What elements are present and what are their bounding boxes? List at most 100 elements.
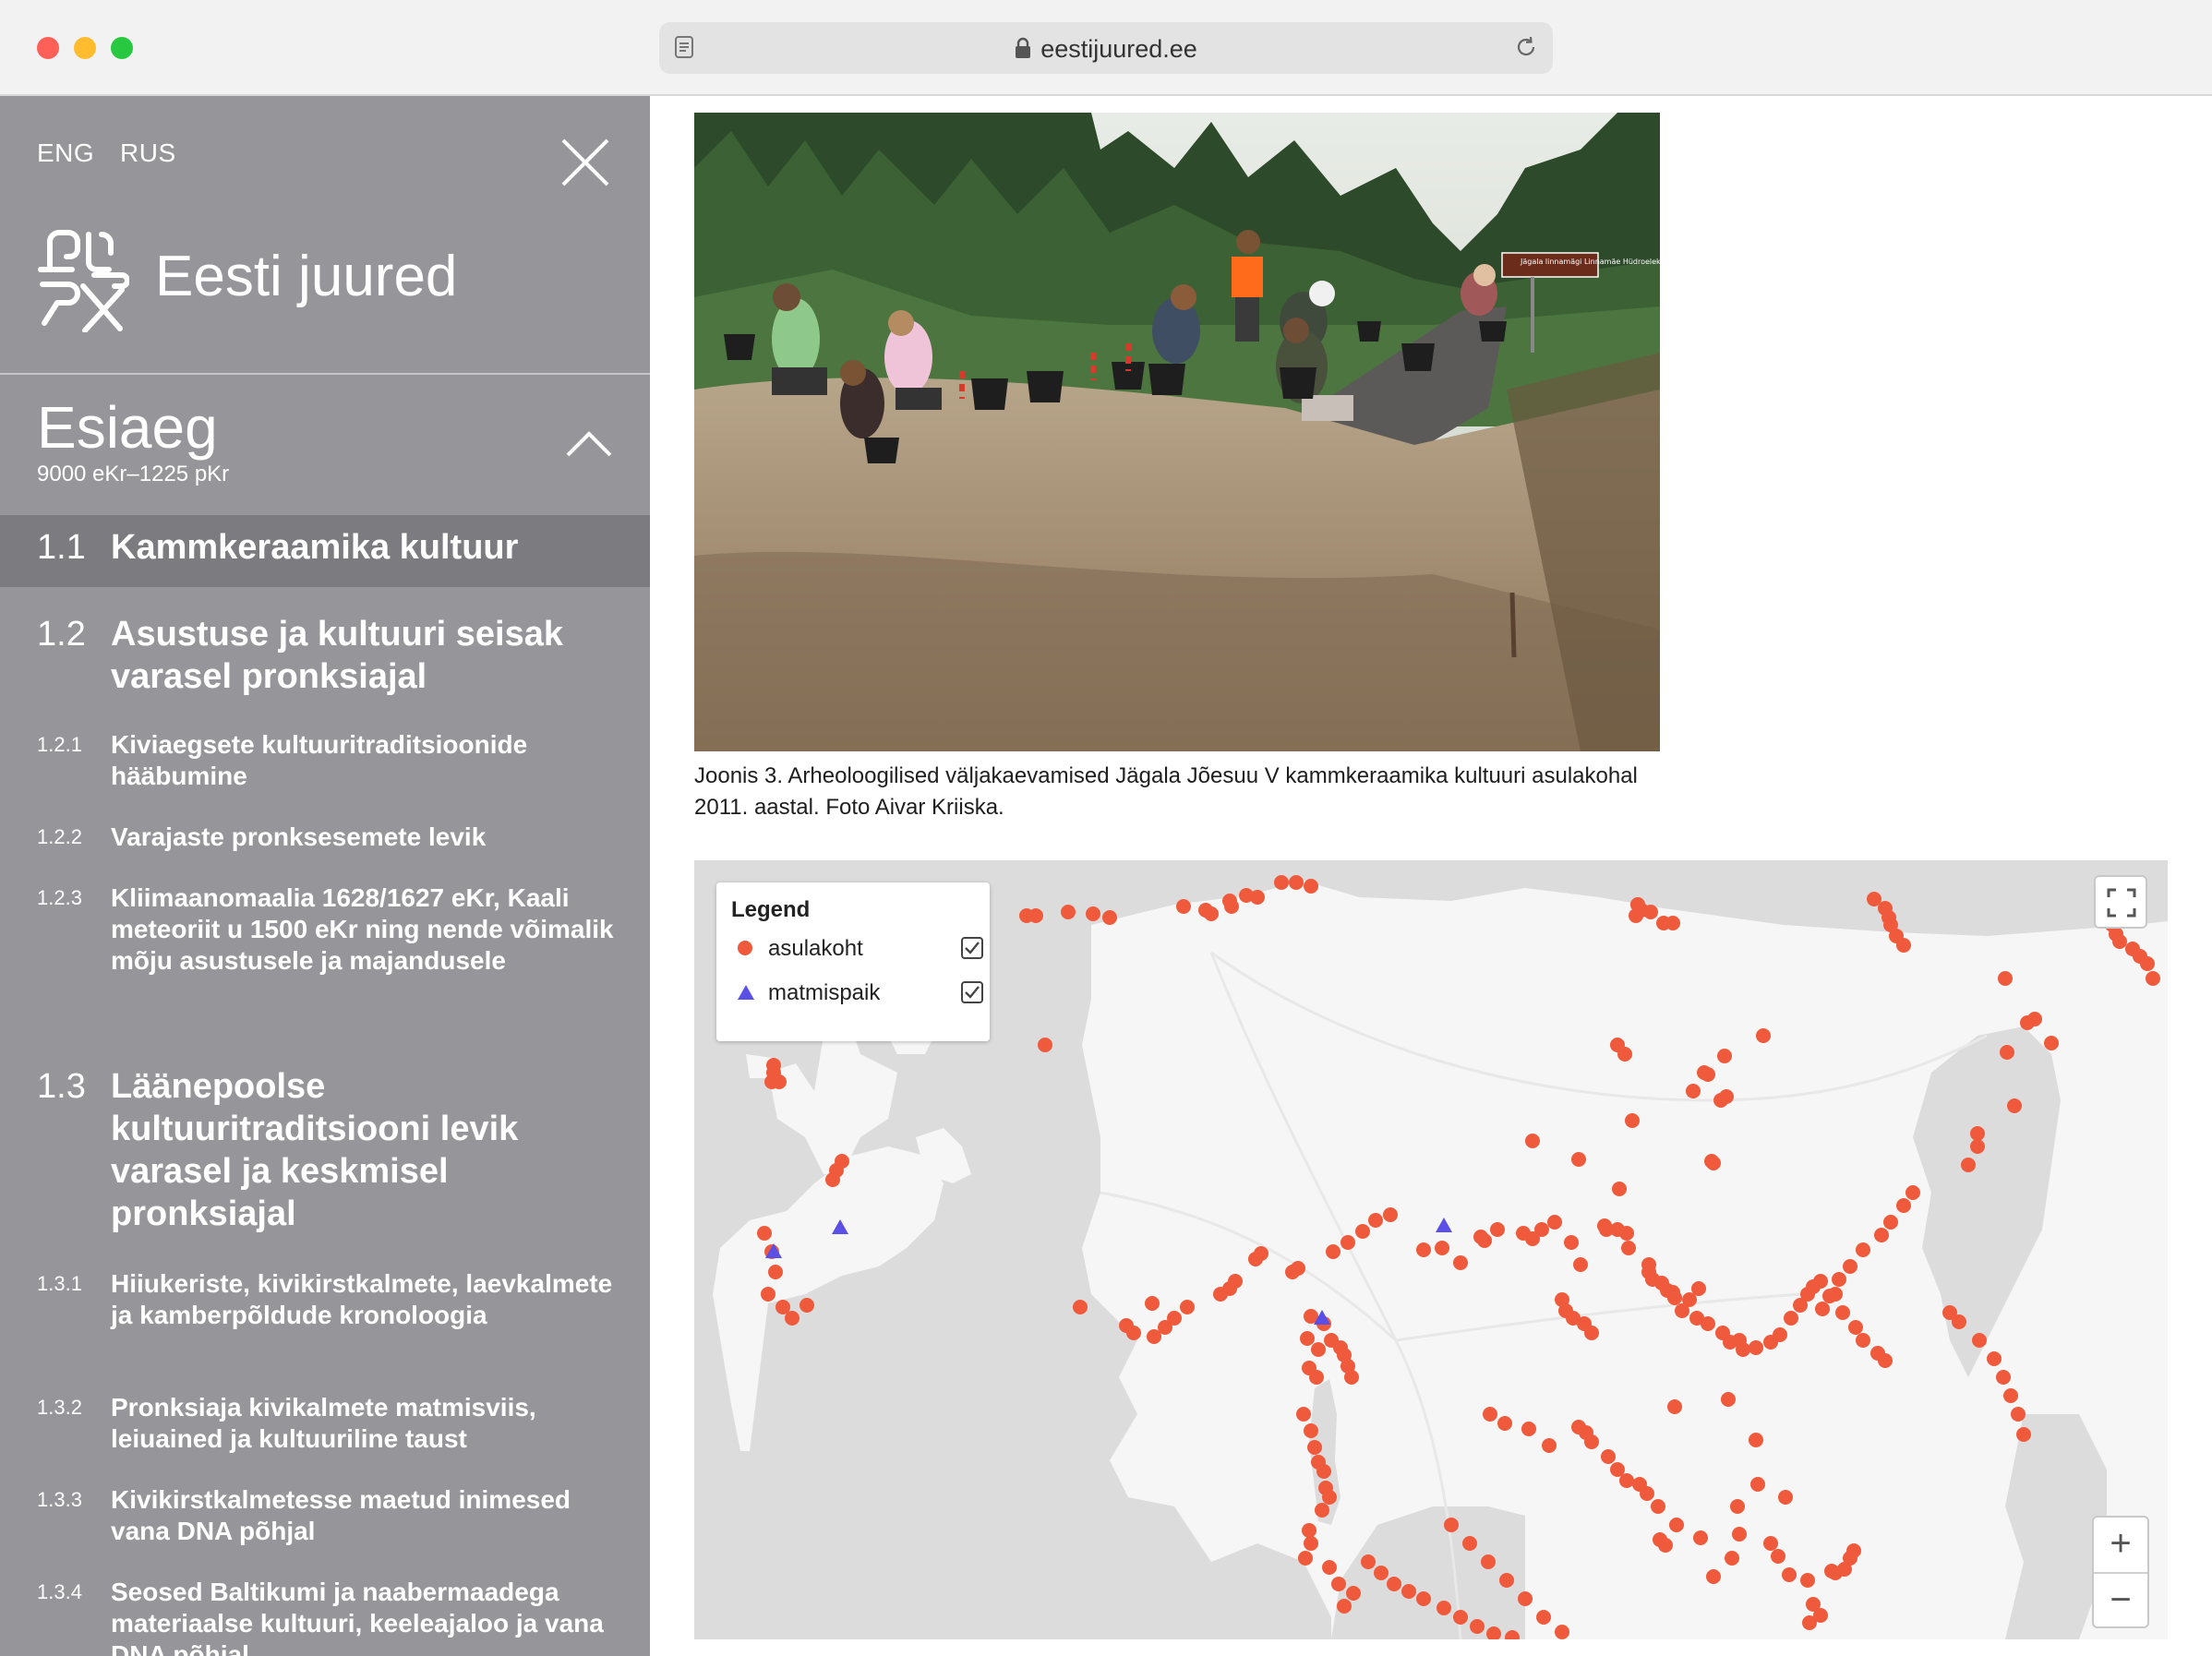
settlement-marker[interactable] [1756,1028,1771,1043]
settlement-marker[interactable] [1453,1255,1468,1270]
settlement-marker[interactable] [1167,1311,1182,1326]
settlement-marker[interactable] [2000,1045,2014,1060]
settlement-marker[interactable] [1571,1152,1586,1167]
settlement-marker[interactable] [1749,1340,1763,1355]
settlement-marker[interactable] [1555,1625,1569,1639]
settlement-marker[interactable] [1061,905,1076,919]
settlement-marker[interactable] [2027,1012,2042,1026]
settlement-marker[interactable] [1619,1473,1634,1488]
settlement-marker[interactable] [1750,1477,1765,1492]
settlement-marker[interactable] [1518,1591,1533,1606]
legend-row-asulakoht[interactable]: asulakoht [731,932,983,966]
settlement-marker[interactable] [1340,1235,1355,1250]
settlement-marker[interactable] [1621,1241,1636,1255]
settlement-marker[interactable] [2140,956,2155,971]
settlement-marker[interactable] [1547,1215,1562,1230]
address-bar[interactable]: eestijuured.ee [659,22,1553,74]
settlement-marker[interactable] [1228,1274,1243,1289]
settlement-marker[interactable] [1304,879,1318,894]
settlement-marker[interactable] [1669,1518,1684,1532]
settlement-marker[interactable] [1274,875,1289,890]
zoom-in-button[interactable]: + [2094,1518,2147,1571]
settlement-marker[interactable] [1224,899,1239,914]
settlement-marker[interactable] [1970,1139,1985,1154]
settlement-marker[interactable] [1204,906,1219,921]
settlement-marker[interactable] [1534,1222,1549,1237]
settlement-marker[interactable] [1832,1272,1846,1287]
settlement-marker[interactable] [1996,1370,2011,1385]
settlement-marker[interactable] [1701,1067,1715,1082]
settlement-marker[interactable] [825,1172,840,1187]
lang-eng-link[interactable]: ENG [37,138,94,168]
settlement-marker[interactable] [2146,971,2160,986]
legend-row-matmispaik[interactable]: matmispaik [731,977,983,1010]
settlement-marker[interactable] [1180,1300,1195,1314]
settlement-marker[interactable] [1856,1242,1870,1257]
close-icon[interactable] [559,137,611,193]
settlement-marker[interactable] [1387,1577,1401,1591]
settlement-marker[interactable] [1706,1569,1721,1584]
settlement-marker[interactable] [1102,910,1117,925]
settlement-marker[interactable] [1675,1303,1689,1318]
settlement-marker[interactable] [1667,1399,1682,1414]
settlement-marker[interactable] [1725,1551,1739,1566]
settlement-marker[interactable] [1331,1577,1346,1591]
settlement-marker[interactable] [1856,1333,1870,1348]
settlement-marker[interactable] [1972,1333,1987,1348]
settlement-marker[interactable] [1368,1213,1383,1228]
settlement-marker[interactable] [1713,1093,1728,1108]
settlement-marker[interactable] [1952,1314,1966,1329]
settlement-marker[interactable] [1300,1331,1315,1346]
era-title[interactable]: Esiaeg [37,393,218,462]
settlement-marker[interactable] [1435,1241,1449,1255]
settlement-marker[interactable] [1625,1113,1640,1128]
settlement-marker[interactable] [1453,1610,1468,1625]
settlement-marker[interactable] [1315,1503,1329,1518]
settlement-marker[interactable] [1573,1257,1588,1272]
settlement-marker[interactable] [1813,1274,1828,1289]
settlement-marker[interactable] [1784,1311,1798,1326]
settlement-marker[interactable] [1771,1549,1785,1564]
settlement-marker[interactable] [1296,1407,1311,1422]
settlement-marker[interactable] [1883,1215,1898,1230]
settlement-marker[interactable] [1749,1433,1763,1447]
settlement-marker[interactable] [2016,1427,2031,1442]
settlement-marker[interactable] [1835,1305,1850,1320]
lang-rus-link[interactable]: RUS [120,138,176,168]
settlement-marker[interactable] [1361,1554,1376,1569]
settlement-marker[interactable] [1998,971,2013,986]
settlement-marker[interactable] [1304,1423,1318,1438]
settlement-marker[interactable] [1773,1327,1787,1342]
settlement-marker[interactable] [1126,1326,1141,1340]
settlement-marker[interactable] [768,1265,783,1279]
settlement-marker[interactable] [1307,1440,1322,1455]
settlement-marker[interactable] [761,1287,775,1302]
settlement-marker[interactable] [1444,1518,1459,1532]
map-view[interactable]: Legend asulakoht matmispaik + − [694,860,2168,1639]
zoom-window-button[interactable] [111,37,133,59]
settlement-marker[interactable] [1309,1370,1324,1385]
settlement-marker[interactable] [1483,1407,1497,1422]
settlement-marker[interactable] [1383,1207,1398,1222]
settlement-marker[interactable] [2112,934,2127,949]
settlement-marker[interactable] [785,1311,799,1326]
settlement-marker[interactable] [1970,1126,1985,1141]
settlement-marker[interactable] [1298,1551,1313,1566]
settlement-marker[interactable] [1337,1599,1352,1614]
settlement-marker[interactable] [1176,899,1191,914]
settlement-marker[interactable] [1311,1342,1326,1357]
settlement-marker[interactable] [1499,1573,1514,1588]
settlement-marker[interactable] [1686,1084,1701,1098]
settlement-marker[interactable] [1721,1392,1736,1407]
settlement-marker[interactable] [1326,1244,1340,1259]
settlement-marker[interactable] [1564,1235,1579,1250]
settlement-marker[interactable] [1617,1047,1632,1062]
minimize-window-button[interactable] [74,37,96,59]
settlement-marker[interactable] [1667,1290,1682,1305]
settlement-marker[interactable] [1763,1536,1778,1551]
settlement-marker[interactable] [1289,875,1304,890]
settlement-marker[interactable] [1490,1222,1505,1237]
settlement-marker[interactable] [1651,1499,1665,1514]
settlement-marker[interactable] [1896,938,1911,953]
settlement-marker[interactable] [1619,1226,1634,1241]
